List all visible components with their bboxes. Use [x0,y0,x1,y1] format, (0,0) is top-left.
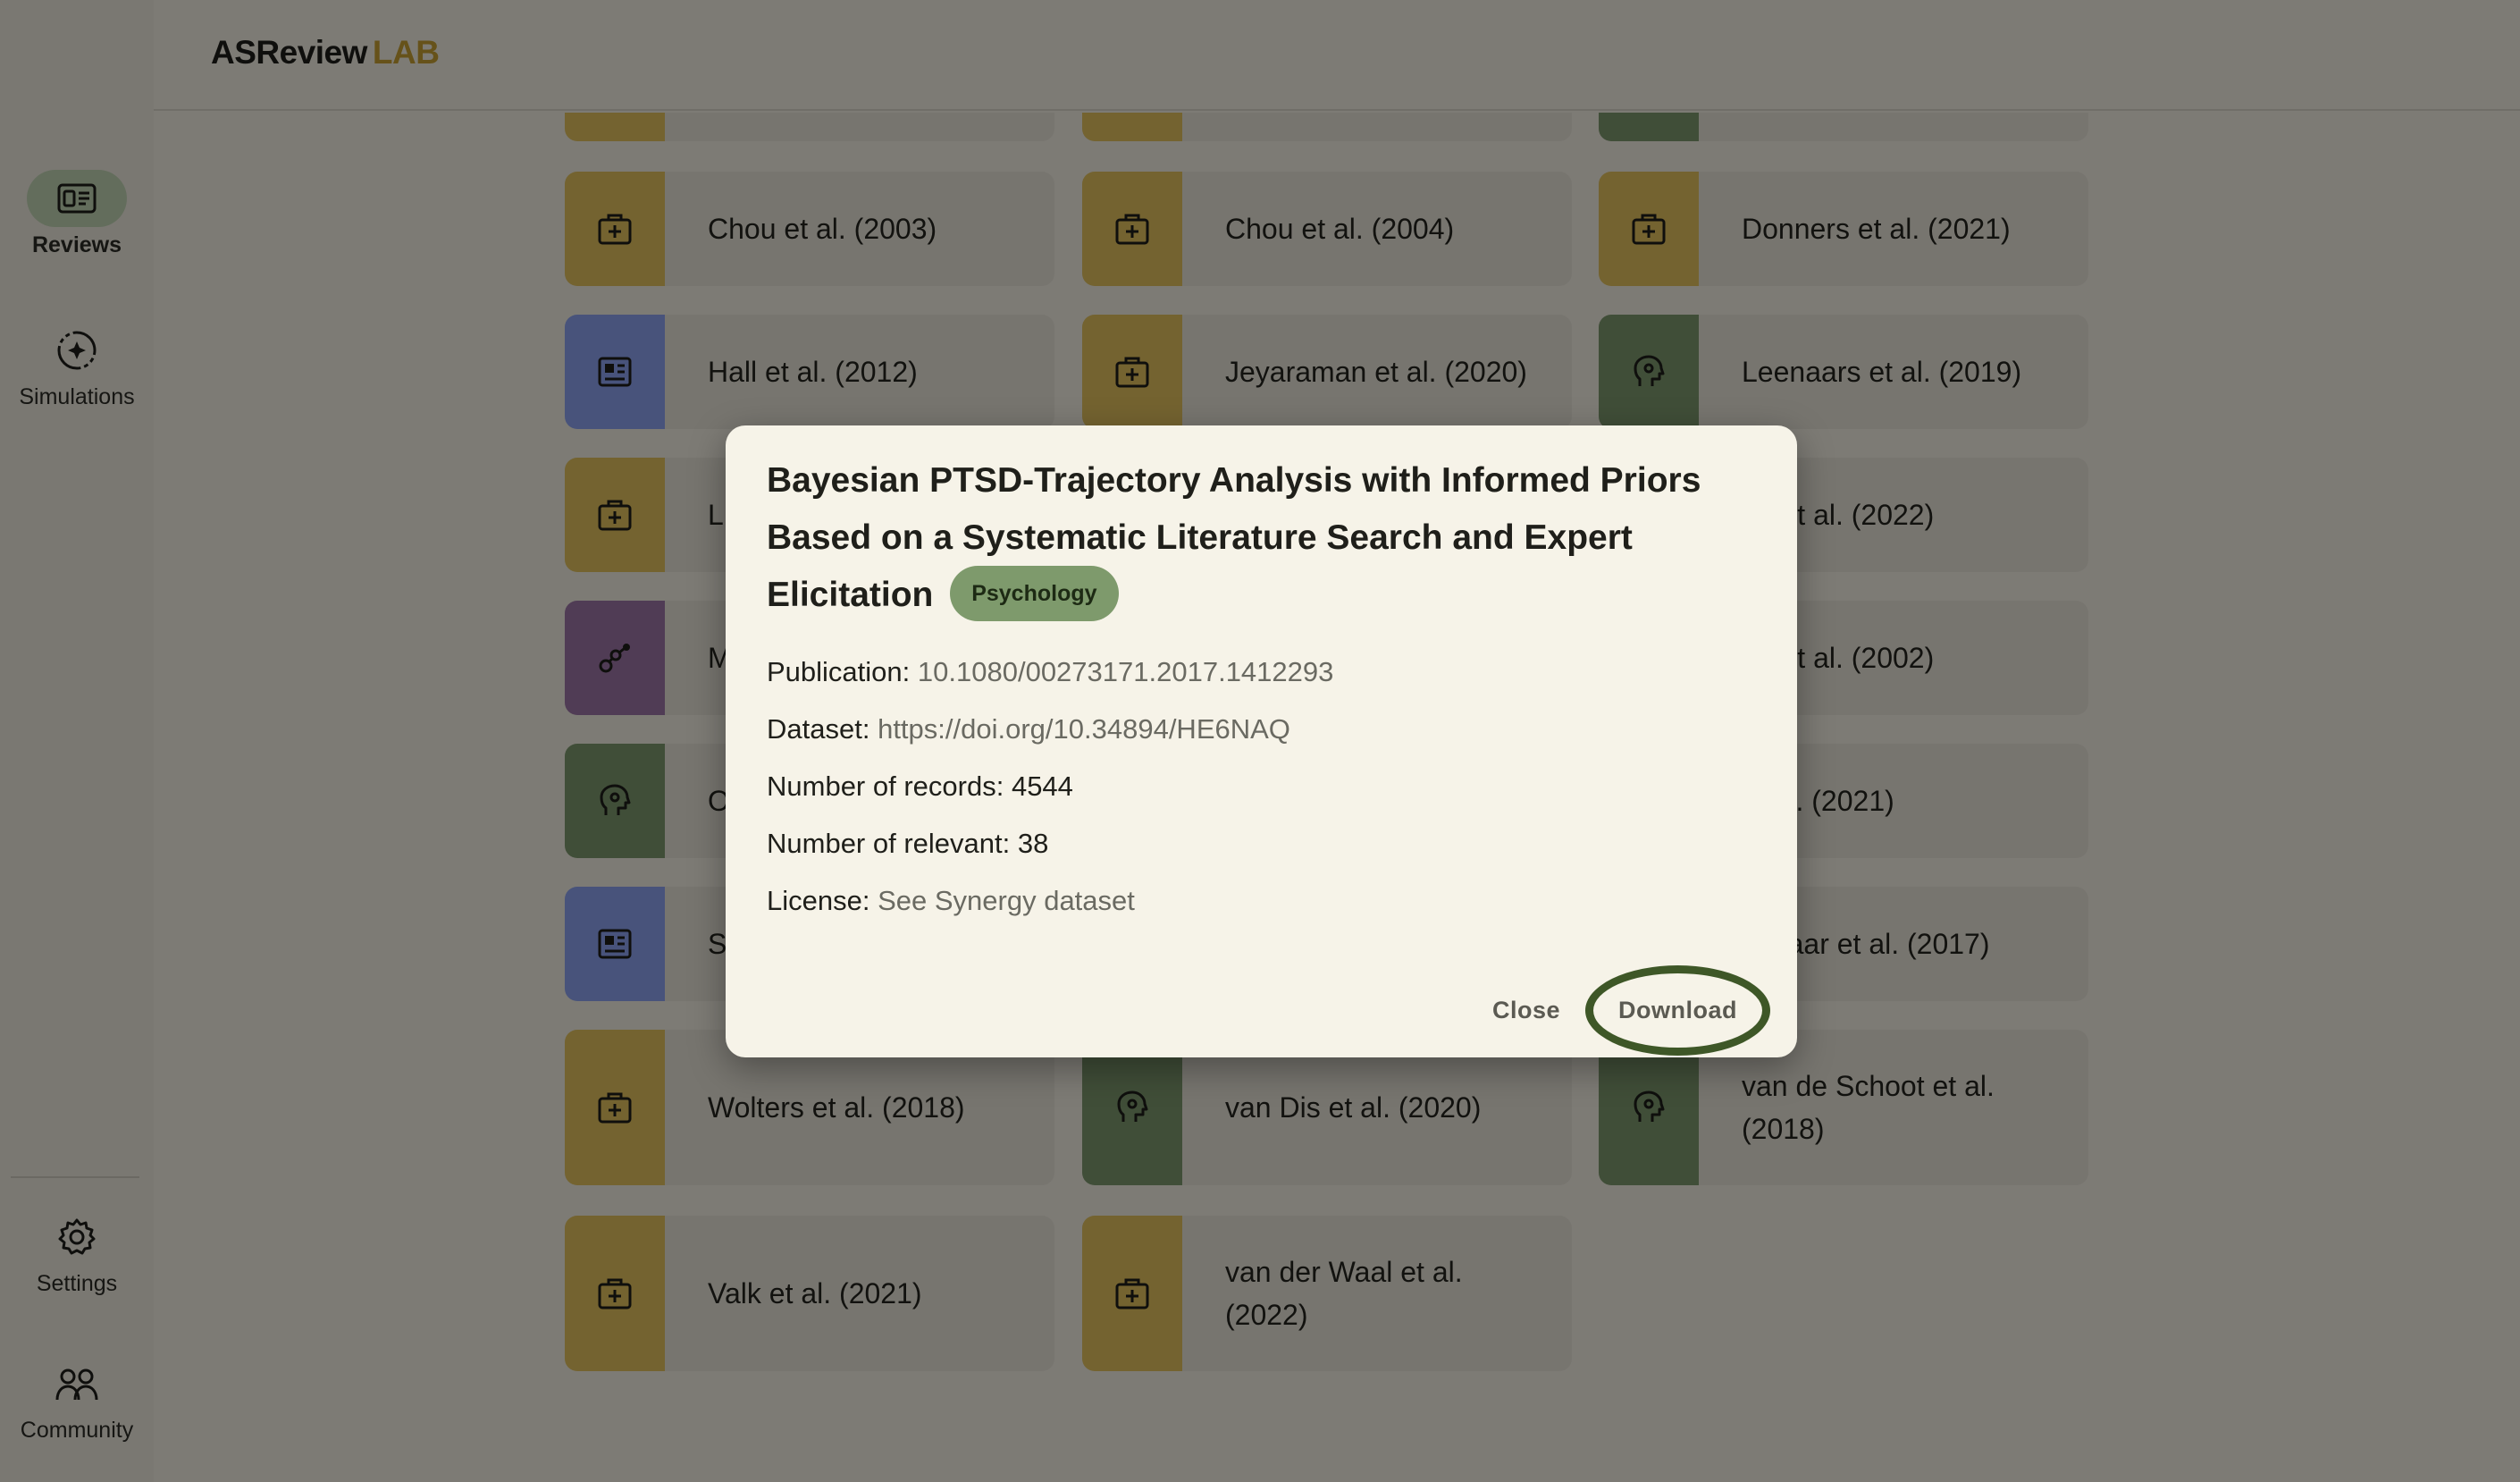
dataset-link[interactable]: https://doi.org/10.34894/HE6NAQ [878,713,1290,745]
records-label: Number of records: [767,770,1004,802]
license-label: License: [767,885,870,916]
license-link[interactable]: See Synergy dataset [878,885,1135,916]
relevant-row: Number of relevant: 38 [767,828,1750,860]
records-row: Number of records: 4544 [767,770,1750,803]
download-button[interactable]: Download [1585,964,1770,1056]
category-chip: Psychology [950,565,1119,621]
dialog-actions: Close Download [1476,964,1770,1056]
close-button[interactable]: Close [1476,984,1576,1037]
publication-link[interactable]: 10.1080/00273171.2017.1412293 [918,656,1333,687]
dataset-row: Dataset: https://doi.org/10.34894/HE6NAQ [767,713,1750,745]
relevant-value: 38 [1017,828,1049,859]
license-row: License: See Synergy dataset [767,885,1750,917]
records-value: 4544 [1011,770,1073,802]
relevant-label: Number of relevant: [767,828,1011,859]
publication-row: Publication: 10.1080/00273171.2017.14122… [767,656,1750,688]
publication-label: Publication: [767,656,911,687]
dataset-full-title: Bayesian PTSD-Trajectory Analysis with I… [767,461,1701,614]
dialog-title-block: Bayesian PTSD-Trajectory Analysis with I… [767,452,1750,625]
dataset-label: Dataset: [767,713,870,745]
dataset-details-dialog: Bayesian PTSD-Trajectory Analysis with I… [726,425,1797,1057]
